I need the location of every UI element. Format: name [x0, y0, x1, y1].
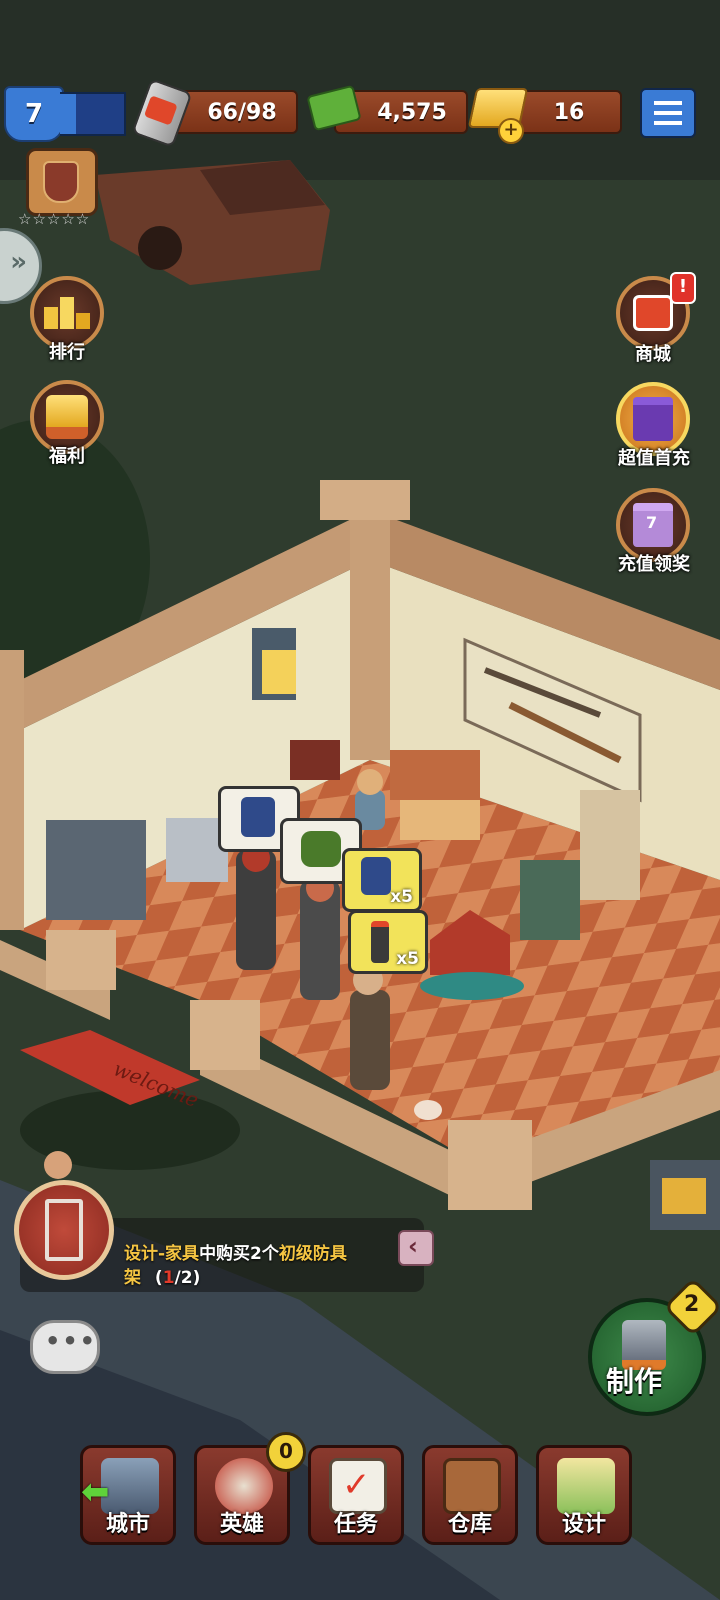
chevron-left-icon: ‹: [408, 1232, 418, 1260]
quest-progress: (1/2): [155, 1268, 200, 1288]
xp-bar: [60, 92, 126, 136]
xp-bar-fill: [60, 94, 76, 134]
quest-target-cont: 架: [124, 1268, 141, 1288]
shop-label: 商城: [635, 344, 671, 365]
nav-design[interactable]: 设计: [536, 1445, 632, 1545]
quest-text: 设计-家具中购买2个初级防具 架 (1/2): [124, 1242, 394, 1290]
quest-icon-button[interactable]: [14, 1180, 114, 1280]
cash-value: 4,575: [377, 99, 447, 125]
energy-value: 66/98: [207, 99, 277, 125]
shelter-stars: ☆☆☆☆☆: [18, 210, 91, 228]
craft-label: 制作: [606, 1365, 663, 1398]
nav-city-label: 城市: [105, 1512, 150, 1537]
progress-paren: (: [154, 1268, 163, 1288]
recharge-reward-label: 充值领奖: [618, 554, 690, 575]
gold-value: 16: [553, 99, 585, 125]
armor-rack[interactable]: [580, 790, 640, 900]
craft-count: 2: [684, 1292, 700, 1317]
vest-icon: [361, 857, 391, 895]
work-table[interactable]: [400, 800, 480, 840]
player-level-badge[interactable]: 7: [4, 86, 64, 142]
shop-cart-icon: [633, 295, 673, 331]
double-chevron-icon: »: [10, 247, 27, 277]
gift-box-icon: [633, 397, 673, 441]
heroes-badge: 0: [266, 1432, 306, 1472]
reward-gift-icon: 7: [633, 503, 673, 547]
bubble-count: x5: [390, 887, 413, 907]
nav-tasks-label: 任务: [333, 1512, 378, 1537]
shelter-shield-icon: [43, 161, 79, 203]
shelter-badge[interactable]: [26, 148, 98, 216]
nav-city[interactable]: ⬅ 城市: [80, 1445, 176, 1545]
podium-icon: [44, 297, 90, 329]
bubble-count: x5: [396, 949, 419, 969]
gift-number: 7: [646, 513, 658, 532]
fabric-rolls: [290, 740, 340, 780]
add-gold-icon[interactable]: +: [498, 118, 524, 144]
quest-category: 设计-家具: [124, 1244, 200, 1264]
nav-tasks[interactable]: ✓ 任务: [308, 1445, 404, 1545]
nav-warehouse[interactable]: 仓库: [422, 1445, 518, 1545]
chat-button[interactable]: •••: [30, 1320, 100, 1374]
player-level: 7: [24, 99, 44, 129]
jacket-icon: [301, 831, 341, 867]
progress-done: 1: [162, 1268, 175, 1288]
ranking-label: 排行: [49, 342, 85, 363]
weapon-workbench[interactable]: [46, 820, 146, 920]
chat-bubble-icon: •••: [45, 1327, 98, 1355]
welfare-label: 福利: [49, 446, 85, 467]
nav-heroes-label: 英雄: [219, 1512, 264, 1537]
battery-icon: [371, 921, 389, 963]
quest-action: 中购买2个: [199, 1244, 279, 1264]
first-recharge-label: 超值首充: [618, 448, 690, 469]
shop-alert-badge: !: [670, 272, 696, 304]
nav-warehouse-label: 仓库: [447, 1512, 492, 1537]
hamburger-icon: [654, 101, 682, 125]
resource-bubble-battery[interactable]: x5: [348, 910, 428, 974]
body-armor-icon: [241, 797, 275, 837]
resource-bubble-vest[interactable]: x5: [342, 848, 422, 912]
dog[interactable]: [414, 1100, 442, 1120]
armor-stand-icon: [45, 1199, 83, 1261]
progress-total: /2): [174, 1268, 201, 1288]
nav-design-label: 设计: [561, 1512, 606, 1537]
quest-target: 初级防具: [278, 1244, 347, 1264]
gold-chest-icon: [46, 395, 88, 439]
crate-table[interactable]: [390, 750, 480, 800]
main-menu-button[interactable]: [640, 88, 696, 138]
quest-collapse-button[interactable]: ‹: [398, 1230, 434, 1266]
cabinet[interactable]: [520, 860, 580, 940]
